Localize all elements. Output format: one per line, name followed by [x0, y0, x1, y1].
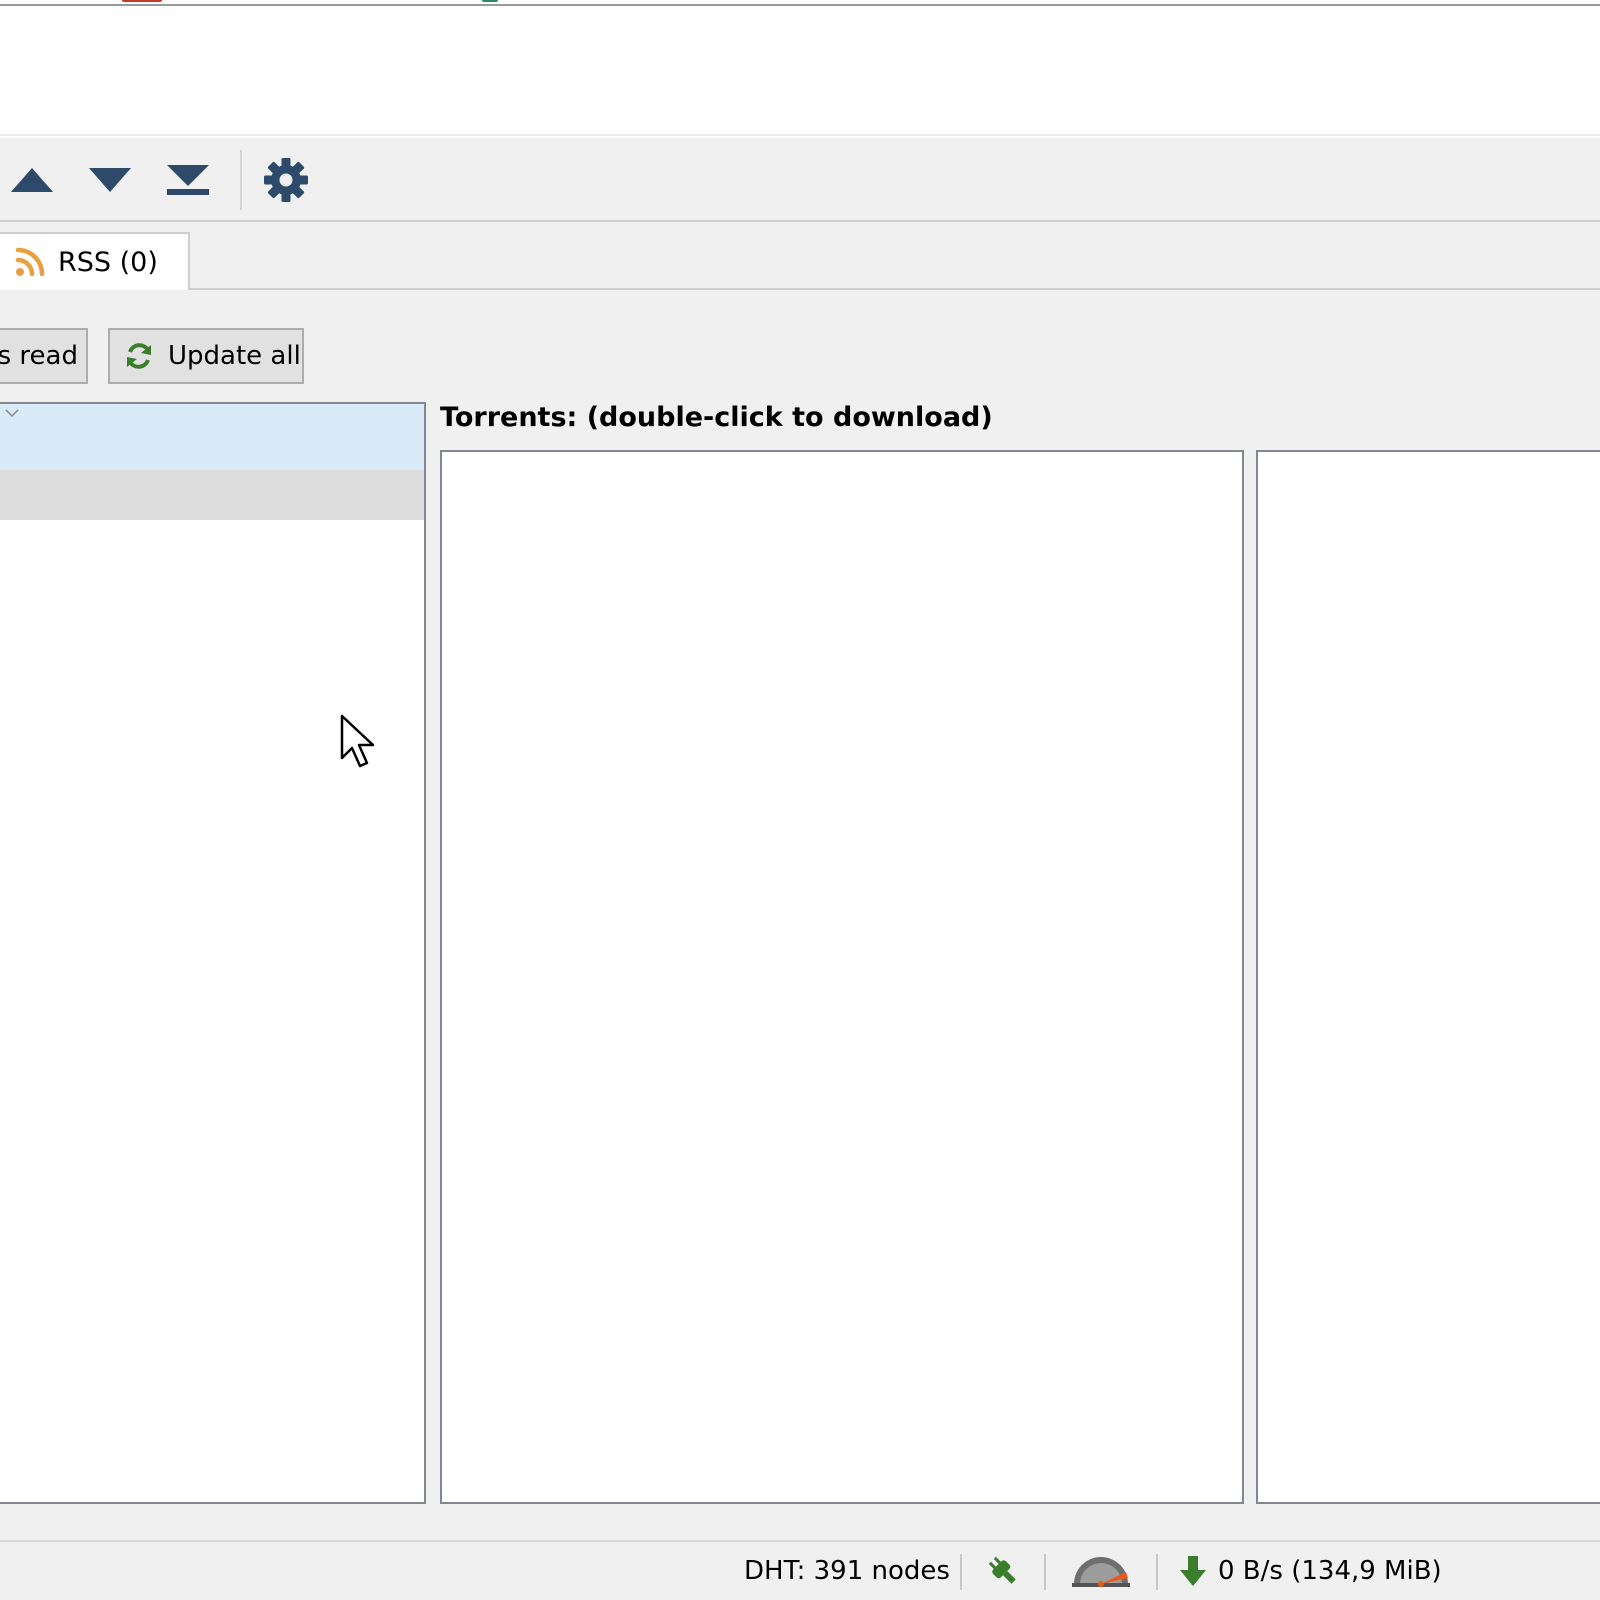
move-down-button[interactable] [82, 156, 138, 204]
tab-rss[interactable]: RSS (0) [0, 232, 190, 290]
download-arrow-icon [1180, 1556, 1206, 1586]
mark-items-read-label: s read [0, 341, 78, 371]
connection-status-icon[interactable] [986, 1542, 1020, 1600]
article-details-pane[interactable] [1256, 450, 1600, 1504]
rss-icon [14, 246, 46, 278]
move-bottom-button[interactable] [160, 156, 216, 204]
status-separator [1156, 1554, 1158, 1590]
feed-list-row[interactable] [0, 470, 424, 520]
update-all-label: Update all [168, 341, 301, 371]
move-up-button[interactable] [4, 156, 60, 204]
triangle-up-icon [11, 168, 53, 192]
dht-status: DHT: 391 nodes [744, 1556, 950, 1586]
download-speed-status[interactable]: 0 B/s (134,9 MiB) [1178, 1542, 1442, 1600]
rss-panel: s read Update all Torrents: (double-clic… [0, 290, 1600, 1540]
speed-limit-icon[interactable] [1070, 1542, 1132, 1600]
feed-list[interactable] [0, 402, 426, 1504]
chevron-down-icon [5, 409, 19, 418]
move-to-bottom-icon [167, 165, 209, 195]
tab-rss-label: RSS (0) [58, 246, 158, 278]
feed-list-selected-row[interactable] [0, 404, 424, 470]
status-separator [960, 1554, 962, 1590]
triangle-down-icon [89, 168, 131, 192]
download-speed-label: 0 B/s (134,9 MiB) [1218, 1556, 1442, 1586]
update-all-button[interactable]: Update all [108, 328, 304, 384]
tab-bar: RSS (0) [0, 222, 1600, 290]
status-bar: DHT: 391 nodes 0 B/s (134,9 MiB) [0, 1540, 1600, 1600]
qbittorrent-window: RSS (0) s read Update all Torrents: (dou… [0, 0, 1600, 1600]
toolbar [0, 138, 1600, 222]
options-button[interactable] [258, 156, 314, 204]
torrents-label: Torrents: (double-click to download) [440, 402, 993, 433]
mark-items-read-button[interactable]: s read [0, 328, 88, 384]
torrents-list[interactable] [440, 450, 1244, 1504]
toolbar-separator [240, 150, 242, 210]
gear-icon [264, 158, 308, 202]
title-area [0, 6, 1600, 136]
refresh-icon [124, 341, 154, 371]
status-separator [1044, 1554, 1046, 1590]
